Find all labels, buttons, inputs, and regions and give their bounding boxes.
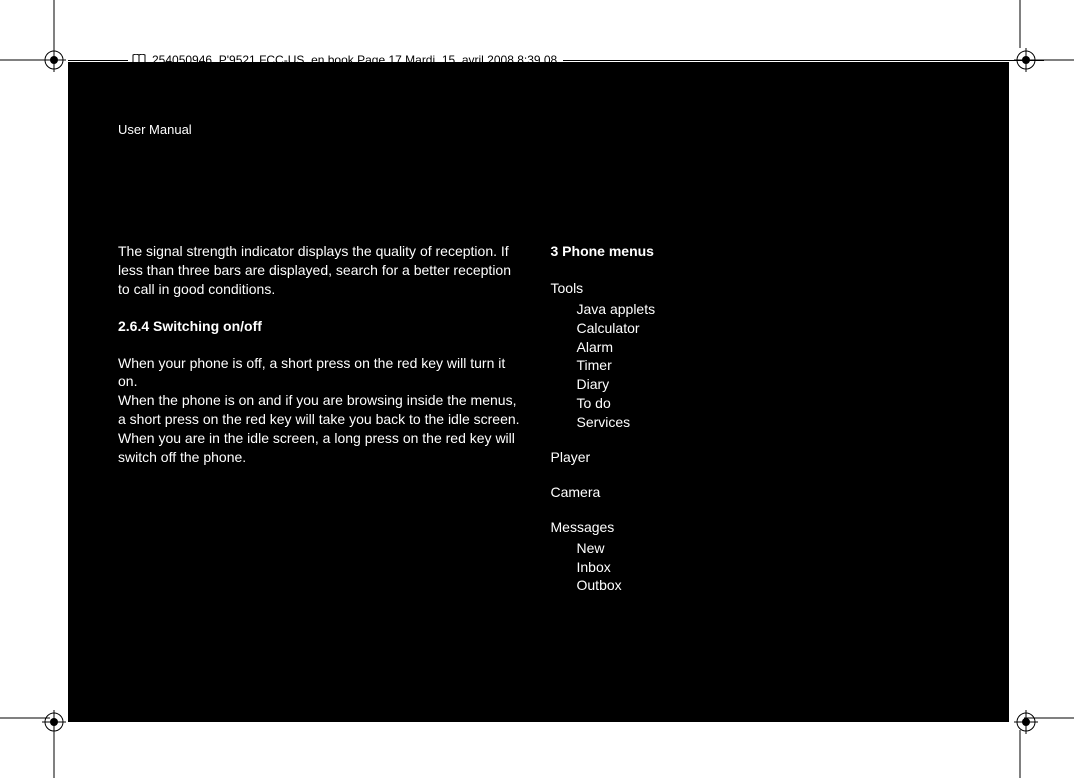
left-column: The signal strength indicator displays t… — [118, 242, 527, 611]
list-item: To do — [577, 394, 960, 413]
menu-head-tools: Tools — [551, 279, 960, 298]
switching-paragraph-1: When your phone is off, a short press on… — [118, 354, 527, 392]
crop-mark-bottom-left — [0, 708, 70, 778]
list-item: Diary — [577, 375, 960, 394]
messages-list: New Inbox Outbox — [551, 539, 960, 596]
section-head-phone-menus: 3 Phone menus — [551, 242, 960, 261]
tools-list: Java applets Calculator Alarm Timer Diar… — [551, 300, 960, 432]
list-item: New — [577, 539, 960, 558]
list-item: Alarm — [577, 338, 960, 357]
list-item: Inbox — [577, 558, 960, 577]
crop-mark-bottom-right — [1004, 708, 1074, 778]
header-rule-left — [68, 60, 128, 61]
list-item: Outbox — [577, 576, 960, 595]
list-item: Services — [577, 413, 960, 432]
signal-strength-paragraph: The signal strength indicator displays t… — [118, 242, 527, 299]
switching-paragraph-2: When the phone is on and if you are brow… — [118, 391, 527, 429]
page-content: User Manual The signal strength indicato… — [68, 62, 1009, 722]
list-item: Java applets — [577, 300, 960, 319]
list-item: Timer — [577, 356, 960, 375]
switching-paragraph-3: When you are in the idle screen, a long … — [118, 429, 527, 467]
right-column: 3 Phone menus Tools Java applets Calcula… — [551, 242, 960, 611]
section-head-switching: 2.6.4 Switching on/off — [118, 317, 527, 336]
menu-head-messages: Messages — [551, 518, 960, 537]
menu-player: Player — [551, 448, 960, 467]
header-rule-right — [563, 60, 1044, 61]
menu-camera: Camera — [551, 483, 960, 502]
crop-mark-top-left — [0, 0, 70, 70]
two-column-layout: The signal strength indicator displays t… — [118, 242, 959, 611]
running-head: User Manual — [118, 122, 959, 137]
list-item: Calculator — [577, 319, 960, 338]
